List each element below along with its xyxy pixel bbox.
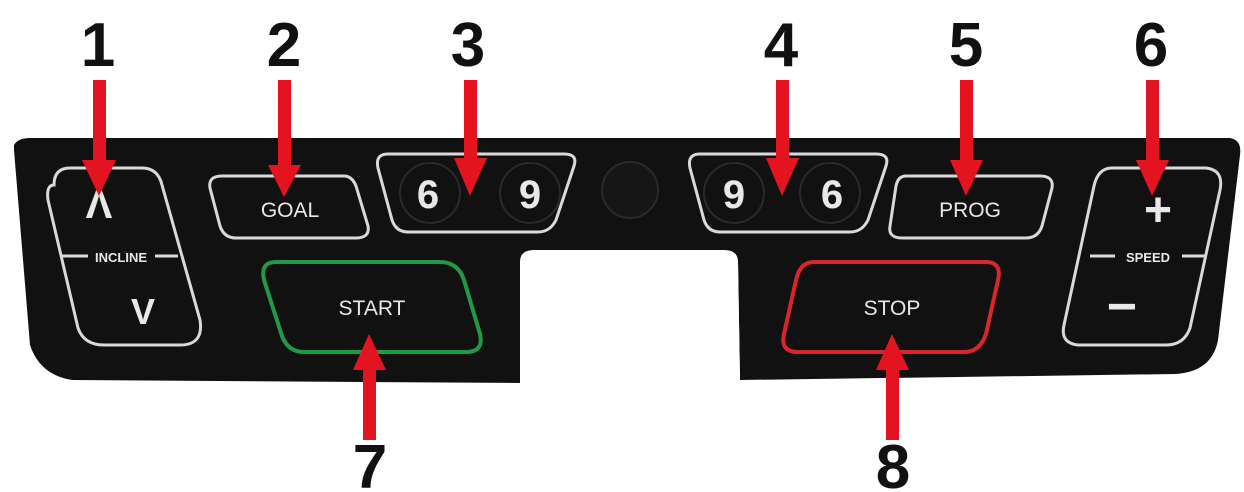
- incline-down-icon[interactable]: V: [131, 291, 155, 332]
- callout-2: 2: [267, 11, 301, 80]
- callout-4: 4: [764, 11, 799, 80]
- callout-1: 1: [81, 11, 115, 80]
- prog-label: PROG: [939, 199, 1001, 222]
- start-label: START: [339, 297, 406, 320]
- speed-minus-icon[interactable]: −: [1107, 278, 1137, 336]
- quick-incline-6[interactable]: 6: [417, 173, 439, 217]
- treadmill-console-diagram: Λ INCLINE V GOAL 6 9 9 6 PROG + SPEED −: [14, 11, 1241, 492]
- quick-speed-6[interactable]: 6: [821, 173, 843, 217]
- center-sensor: [601, 161, 659, 219]
- callout-8: 8: [876, 433, 910, 492]
- panel-cutout: [520, 250, 740, 383]
- stop-label: STOP: [864, 297, 921, 320]
- callout-6: 6: [1134, 11, 1168, 80]
- speed-plus-icon[interactable]: +: [1144, 184, 1172, 237]
- callout-3: 3: [451, 11, 485, 80]
- quick-incline-9[interactable]: 9: [519, 173, 541, 217]
- goal-label: GOAL: [261, 199, 319, 222]
- incline-label: INCLINE: [95, 250, 147, 265]
- callout-7: 7: [353, 433, 387, 492]
- quick-speed-9[interactable]: 9: [723, 173, 745, 217]
- callout-5: 5: [949, 11, 983, 80]
- speed-label: SPEED: [1126, 250, 1170, 265]
